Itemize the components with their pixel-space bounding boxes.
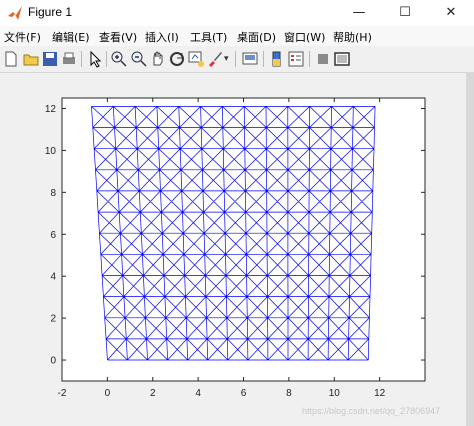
x-tick-label: 4	[195, 388, 201, 399]
brush-dropdown-icon[interactable]: ▾	[224, 50, 232, 68]
hide-plot-tools-icon[interactable]	[314, 50, 332, 68]
menu-bar: 文件(F) 编辑(E) 查看(V) 插入(I) 工具(T) 桌面(D) 窗口(W…	[0, 26, 474, 46]
menu-desktop[interactable]: 桌面(D)	[237, 29, 276, 45]
edit-plot-arrow-icon[interactable]	[86, 50, 104, 68]
maximize-button[interactable]: ☐	[382, 0, 428, 26]
window-edge-scrollbar	[466, 72, 474, 426]
menu-tools[interactable]: 工具(T)	[190, 29, 227, 45]
pan-hand-icon[interactable]	[149, 50, 167, 68]
x-tick-label: 8	[286, 388, 292, 399]
x-tick-label: -2	[58, 388, 67, 399]
menu-view[interactable]: 查看(V)	[99, 29, 137, 45]
toolbar-separator	[81, 51, 82, 67]
y-tick-label: 2	[50, 314, 56, 325]
data-cursor-icon[interactable]	[187, 50, 205, 68]
brush-icon[interactable]	[206, 50, 224, 68]
close-button[interactable]: ✕	[428, 0, 474, 26]
matlab-figure-window: Figure 1 — ☐ ✕ 文件(F) 编辑(E) 查看(V) 插入(I) 工…	[0, 0, 474, 426]
watermark-text: https://blog.csdn.net/qq_27806947	[302, 406, 441, 416]
toolbar-separator	[235, 51, 236, 67]
colorbar-icon[interactable]	[268, 50, 286, 68]
mesh-plot[interactable]: -2 0 2 4 6 8 10 12 0 2 4 6 8 10 12	[0, 73, 474, 426]
y-tick-label: 8	[50, 188, 56, 199]
y-tick-label: 12	[45, 104, 57, 115]
x-tick-label: 0	[105, 388, 111, 399]
x-tick-label: 12	[374, 388, 386, 399]
rotate-3d-icon[interactable]	[168, 50, 186, 68]
print-icon[interactable]	[60, 50, 78, 68]
new-figure-icon[interactable]	[2, 50, 20, 68]
y-tick-label: 4	[50, 272, 56, 283]
window-title: Figure 1	[28, 5, 73, 19]
matlab-logo-icon	[8, 6, 22, 20]
menu-window[interactable]: 窗口(W)	[284, 29, 325, 45]
zoom-out-icon[interactable]	[130, 50, 148, 68]
menu-insert[interactable]: 插入(I)	[145, 29, 179, 45]
toolbar-separator	[309, 51, 310, 67]
x-tick-label: 10	[329, 388, 341, 399]
menu-file[interactable]: 文件(F)	[4, 29, 41, 45]
y-tick-label: 0	[50, 356, 56, 367]
show-plot-tools-icon[interactable]	[333, 50, 351, 68]
link-plot-icon[interactable]	[241, 50, 259, 68]
toolbar-separator	[106, 51, 107, 67]
toolbar-separator	[263, 51, 264, 67]
menu-edit[interactable]: 编辑(E)	[52, 29, 90, 45]
figure-canvas[interactable]: -2 0 2 4 6 8 10 12 0 2 4 6 8 10 12	[0, 73, 474, 426]
x-tick-label: 2	[150, 388, 156, 399]
x-tick-label: 6	[241, 388, 247, 399]
minimize-button[interactable]: —	[336, 0, 382, 26]
zoom-in-icon[interactable]	[110, 50, 128, 68]
figure-toolbar: ▾	[0, 46, 474, 73]
y-tick-label: 10	[45, 146, 57, 157]
save-icon[interactable]	[41, 50, 59, 68]
legend-icon[interactable]	[287, 50, 305, 68]
title-bar: Figure 1 — ☐ ✕	[0, 0, 474, 26]
y-tick-label: 6	[50, 230, 56, 241]
menu-help[interactable]: 帮助(H)	[333, 29, 372, 45]
open-file-icon[interactable]	[22, 50, 40, 68]
